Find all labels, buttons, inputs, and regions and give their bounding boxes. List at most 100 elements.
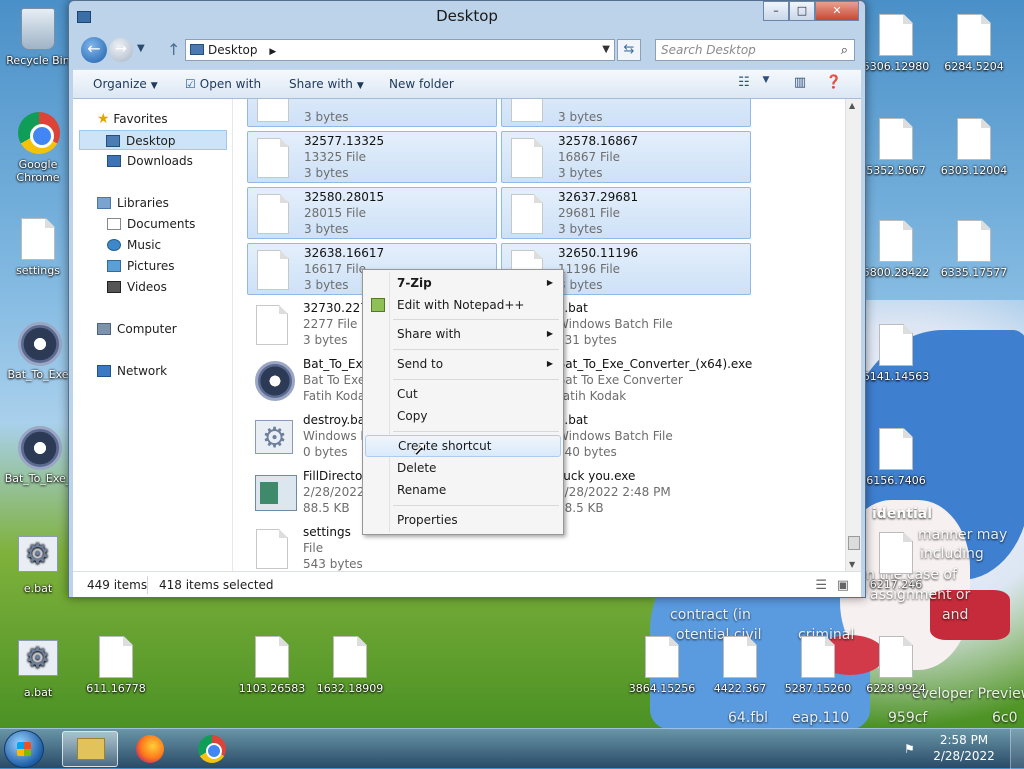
- clock[interactable]: 2:58 PM 2/28/2022: [928, 732, 1000, 764]
- menu-item-share-with[interactable]: Share with ▶: [365, 323, 561, 345]
- refresh-button[interactable]: ⇆: [617, 39, 641, 61]
- nav-pictures[interactable]: Pictures: [107, 256, 175, 276]
- desktop-icon-file[interactable]: 5306.12980: [860, 14, 932, 73]
- desktop-icon-file[interactable]: 1632.18909: [314, 636, 386, 695]
- action-center-flag-icon[interactable]: ⚑: [904, 742, 918, 756]
- file-icon: [257, 250, 289, 290]
- desktop-icon-recycle-bin[interactable]: Recycle Bin: [2, 8, 74, 67]
- chevron-down-icon: ▼: [356, 81, 364, 91]
- menu-item-send-to[interactable]: Send to ▶: [365, 353, 561, 375]
- file-icon: [723, 636, 757, 678]
- desktop-icon-file[interactable]: 6156.7406: [860, 428, 932, 487]
- desktop-icon-bat-to-exe-2[interactable]: Bat_To_Exe_: [2, 426, 74, 485]
- organize-button[interactable]: Organize ▼: [93, 77, 158, 91]
- new-folder-button[interactable]: New folder: [389, 77, 454, 91]
- menu-item-properties[interactable]: Properties: [365, 509, 561, 531]
- desktop-icon-settings[interactable]: settings: [2, 218, 74, 277]
- command-bar: Organize ▼ ☑ Open with Share with ▼ New fol…: [73, 69, 861, 99]
- address-bar[interactable]: Desktop ▶ ▼: [185, 39, 615, 61]
- nav-downloads[interactable]: Downloads: [107, 151, 193, 171]
- file-size: 3 bytes: [304, 278, 349, 292]
- share-with-button[interactable]: Share with ▼: [289, 77, 364, 91]
- file-size: 3 bytes: [304, 222, 349, 236]
- nav-music[interactable]: Music: [107, 235, 161, 255]
- menu-item-7-zip[interactable]: 7-Zip ▶: [365, 272, 561, 294]
- start-button[interactable]: [4, 730, 44, 768]
- desktop-icon-a-bat[interactable]: a.bat: [2, 636, 74, 699]
- file-tile[interactable]: 3 bytes: [501, 99, 751, 127]
- desktop-icon-file[interactable]: 5287.15260: [782, 636, 854, 695]
- desktop-icon-file[interactable]: 6284.5204: [938, 14, 1010, 73]
- file-icon: [957, 118, 991, 160]
- file-icon: [879, 220, 913, 262]
- desktop-icon-file[interactable]: 4422.367: [704, 636, 776, 695]
- folder-icon: [190, 44, 204, 55]
- nav-desktop[interactable]: Desktop: [79, 130, 227, 150]
- nav-libraries[interactable]: Libraries: [97, 193, 169, 213]
- file-icon: [255, 636, 289, 678]
- desktop-icon-file[interactable]: 6141.14563: [860, 324, 932, 383]
- menu-item-cut[interactable]: Cut: [365, 383, 561, 405]
- close-button[interactable]: ✕: [815, 1, 859, 21]
- nav-network[interactable]: Network: [97, 361, 167, 381]
- back-button[interactable]: ←: [81, 37, 107, 63]
- file-tile[interactable]: 32637.29681 29681 File 3 bytes: [501, 187, 751, 239]
- recent-pages-dropdown[interactable]: ▼: [137, 43, 145, 54]
- menu-item-rename[interactable]: Rename: [365, 479, 561, 501]
- details-view-icon[interactable]: ☰: [815, 578, 827, 593]
- desktop-icon-bat-to-exe[interactable]: Bat_To_Exe: [2, 322, 74, 381]
- menu-item-label: Rename: [397, 483, 447, 497]
- desktop-icon-file[interactable]: 6217.246: [860, 532, 932, 591]
- open-with-button[interactable]: ☑ Open with: [185, 77, 261, 91]
- breadcrumb-chevron-icon: ▶: [269, 47, 277, 57]
- submenu-arrow-icon: ▶: [546, 278, 553, 287]
- tiles-view-icon[interactable]: ▣: [837, 578, 849, 593]
- minimize-button[interactable]: –: [763, 1, 789, 21]
- desktop-icon-file[interactable]: 6228.9924: [860, 636, 932, 695]
- desktop-icon-file[interactable]: 3864.15256: [626, 636, 698, 695]
- file-tile[interactable]: 32577.13325 13325 File 3 bytes: [247, 131, 497, 183]
- nav-computer[interactable]: Computer: [97, 319, 177, 339]
- vertical-scrollbar[interactable]: ▲ ▼: [845, 99, 861, 571]
- file-type: 2/28/2022: [303, 485, 365, 499]
- taskbar-chrome[interactable]: [184, 731, 240, 767]
- scroll-up-icon[interactable]: ▲: [849, 101, 855, 110]
- file-size: 240 bytes: [557, 445, 617, 459]
- title-bar[interactable]: Desktop – □ ✕: [69, 1, 865, 35]
- nav-documents[interactable]: Documents: [107, 214, 195, 234]
- taskbar-firefox[interactable]: [122, 731, 178, 767]
- desktop-icon-e-bat[interactable]: e.bat: [2, 532, 74, 595]
- menu-item-copy[interactable]: Copy: [365, 405, 561, 427]
- file-name: 32650.11196: [558, 246, 639, 260]
- view-options-icon[interactable]: ☷: [733, 75, 755, 95]
- scrollbar-thumb[interactable]: [848, 536, 860, 550]
- file-tile[interactable]: 32580.28015 28015 File 3 bytes: [247, 187, 497, 239]
- file-tile[interactable]: 32578.16867 16867 File 3 bytes: [501, 131, 751, 183]
- taskbar-explorer[interactable]: [62, 731, 118, 767]
- desktop-icon-file[interactable]: 5352.5067: [860, 118, 932, 177]
- desktop-icon-file[interactable]: 5800.28422: [860, 220, 932, 279]
- check-icon: ☑: [185, 77, 196, 91]
- menu-item-delete[interactable]: Delete: [365, 457, 561, 479]
- file-tile[interactable]: 3 bytes: [247, 99, 497, 127]
- desktop-icon-google-chrome[interactable]: Google Chrome: [2, 112, 74, 184]
- show-desktop-button[interactable]: [1010, 729, 1024, 769]
- search-input[interactable]: Search Desktop ⌕: [655, 39, 855, 61]
- desktop-icon-file[interactable]: 1103.26583: [236, 636, 308, 695]
- up-arrow-icon[interactable]: ↑: [167, 40, 180, 59]
- preview-pane-icon[interactable]: ▥: [789, 75, 811, 95]
- menu-item-edit-with-notepad[interactable]: Edit with Notepad++: [365, 294, 561, 316]
- maximize-button[interactable]: □: [789, 1, 815, 21]
- desktop-icon-file[interactable]: 611.16778: [80, 636, 152, 695]
- desktop-icon-file[interactable]: 6335.17577: [938, 220, 1010, 279]
- menu-item-create-shortcut[interactable]: Create shortcut: [365, 435, 561, 457]
- nav-favorites[interactable]: ★ Favorites: [97, 109, 168, 129]
- menu-item-label: Properties: [397, 513, 458, 527]
- desktop-icon-file[interactable]: 6303.12004: [938, 118, 1010, 177]
- nav-videos[interactable]: Videos: [107, 277, 167, 297]
- address-dropdown-icon[interactable]: ▼: [602, 40, 610, 60]
- help-icon[interactable]: ❓: [823, 75, 845, 95]
- view-dropdown-icon[interactable]: ▼: [755, 75, 777, 95]
- forward-button[interactable]: →: [109, 38, 133, 62]
- scroll-down-icon[interactable]: ▼: [849, 560, 855, 569]
